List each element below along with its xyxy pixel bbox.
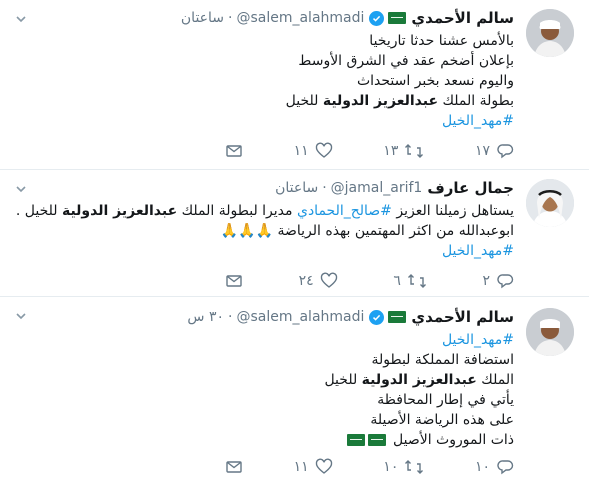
text-fragment: ذات الموروث الأصيل [393, 432, 514, 448]
envelope-icon [226, 275, 242, 287]
retweet-button[interactable]: ٦ [393, 272, 427, 290]
tweet-actions: ١٠ ١٠ ١١ [225, 458, 514, 476]
reply-button[interactable]: ١٠ [475, 458, 514, 476]
reply-count: ١٠ [474, 459, 490, 475]
tweet-line: ذات الموروث الأصيل [12, 430, 514, 450]
text-fragment: للخيل . [15, 203, 62, 219]
retweet-icon [407, 274, 426, 288]
direct-message-button[interactable] [225, 458, 243, 476]
text-fragment: مديرا لبطولة الملك [177, 203, 297, 219]
heart-icon [315, 458, 332, 474]
tweet[interactable]: سالم الأحمدي @salem_alahmadi · ٣٠ س #مهد… [0, 297, 589, 483]
tweet-line: واليوم نسعد بخبر استحداث [356, 73, 514, 89]
verified-badge-icon [369, 10, 385, 26]
tweet-line: يأتي في إطار المحافظة [377, 392, 514, 408]
like-button[interactable]: ٢٤ [299, 272, 338, 290]
tweet-actions: ١٧ ١٣ ١١ [225, 142, 514, 160]
text-fragment: للخيل [324, 372, 362, 388]
display-name[interactable]: سالم الأحمدي [411, 9, 514, 27]
reply-count: ٢ [482, 273, 490, 289]
retweet-count: ١٣ [383, 143, 399, 159]
pray-emoji-icon: 🙏🙏🙏 [220, 223, 274, 239]
tweet-actions: ٢ ٦ ٢٤ [225, 272, 514, 290]
tweet-line: بطولة الملك عبدالعزيز الدولية للخيل [12, 91, 514, 111]
text-fragment: بطولة الملك [438, 93, 514, 109]
separator-dot: · [228, 309, 233, 325]
retweet-button[interactable]: ١٣ [383, 142, 424, 160]
retweet-count: ٦ [393, 273, 401, 289]
saudi-flag-icon [388, 311, 407, 323]
text-fragment: ابوعبدالله من اكثر المهتمين بهذه الرياضة [277, 223, 514, 239]
tweet-line: ابوعبدالله من اكثر المهتمين بهذه الرياضة… [12, 221, 514, 241]
retweet-icon [405, 144, 424, 158]
tweet-line: الملك عبدالعزيز الدولية للخيل [12, 370, 514, 390]
reply-icon [497, 274, 514, 289]
heart-icon [315, 142, 332, 158]
verified-badge-icon [369, 309, 385, 325]
separator-dot: · [322, 180, 327, 196]
reply-count: ١٧ [474, 143, 490, 159]
username[interactable]: @salem_alahmadi [236, 10, 364, 26]
tweet-line: بالأمس عشنا حدثا تاريخيا [369, 33, 514, 49]
reply-button[interactable]: ٢ [482, 272, 514, 290]
retweet-count: ١٠ [383, 459, 399, 475]
reply-button[interactable]: ١٧ [475, 142, 514, 160]
avatar[interactable] [526, 9, 574, 57]
heart-icon [320, 272, 337, 288]
like-count: ١١ [293, 143, 309, 159]
bold-text: عبدالعزيز الدولية [322, 93, 439, 109]
like-count: ٢٤ [298, 273, 314, 289]
text-fragment: الملك [476, 372, 514, 388]
tweet-text: #مهد_الخيل استضافة المملكة لبطولة الملك … [12, 330, 514, 450]
like-button[interactable]: ١١ [294, 458, 333, 476]
tweet[interactable]: جمال عارف @jamal_arif1 · ساعتان يستاهل ز… [0, 170, 589, 297]
retweet-icon [405, 460, 424, 474]
tweet-header: سالم الأحمدي @salem_alahmadi · ساعتان [12, 8, 514, 28]
bold-text: عبدالعزيز الدولية [361, 372, 477, 388]
timestamp[interactable]: ٣٠ س [187, 309, 224, 325]
hashtag-link[interactable]: #مهد_الخيل [12, 111, 514, 131]
tweet[interactable]: سالم الأحمدي @salem_alahmadi · ساعتان با… [0, 0, 589, 170]
bold-text: عبدالعزيز الدولية [61, 203, 178, 219]
timestamp[interactable]: ساعتان [181, 10, 224, 26]
display-name[interactable]: سالم الأحمدي [411, 308, 514, 326]
saudi-flag-icon [388, 12, 407, 24]
tweet-line: بإعلان أضخم عقد في الشرق الأوسط [298, 53, 514, 69]
timestamp[interactable]: ساعتان [275, 180, 318, 196]
avatar[interactable] [526, 179, 574, 227]
like-count: ١١ [293, 459, 309, 475]
direct-message-button[interactable] [225, 272, 243, 290]
tweet-line: استضافة المملكة لبطولة [371, 352, 514, 368]
hashtag-link[interactable]: #صالح_الحمادي [297, 203, 392, 219]
retweet-button[interactable]: ١٠ [383, 458, 424, 476]
saudi-flag-icon [346, 434, 365, 446]
reply-icon [497, 144, 514, 159]
username[interactable]: @salem_alahmadi [236, 309, 364, 325]
display-name[interactable]: جمال عارف [427, 179, 514, 197]
text-fragment: يستاهل زميلنا العزيز [391, 203, 514, 219]
hashtag-link[interactable]: #مهد_الخيل [12, 241, 514, 261]
hashtag-link[interactable]: #مهد_الخيل [12, 330, 514, 350]
like-button[interactable]: ١١ [294, 142, 333, 160]
tweet-text: يستاهل زميلنا العزيز #صالح_الحمادي مديرا… [12, 201, 514, 261]
tweet-header: سالم الأحمدي @salem_alahmadi · ٣٠ س [12, 307, 514, 327]
tweet-header: جمال عارف @jamal_arif1 · ساعتان [12, 178, 514, 198]
envelope-icon [226, 461, 242, 473]
tweet-text: بالأمس عشنا حدثا تاريخيا بإعلان أضخم عقد… [12, 31, 514, 131]
envelope-icon [226, 145, 242, 157]
avatar[interactable] [526, 308, 574, 356]
username[interactable]: @jamal_arif1 [331, 180, 423, 196]
separator-dot: · [228, 10, 233, 26]
saudi-flag-icon [367, 434, 386, 446]
reply-icon [497, 460, 514, 475]
direct-message-button[interactable] [225, 142, 243, 160]
text-fragment: للخيل [285, 93, 323, 109]
tweet-line: يستاهل زميلنا العزيز #صالح_الحمادي مديرا… [12, 201, 514, 221]
tweet-line: على هذه الرياضة الأصيلة [370, 412, 514, 428]
